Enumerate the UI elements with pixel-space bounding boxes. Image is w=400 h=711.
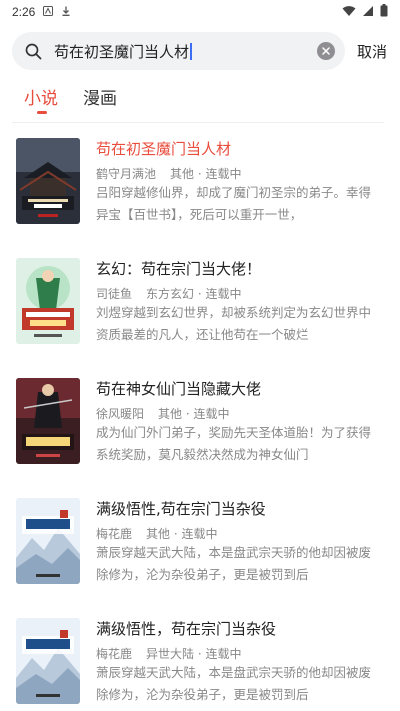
book-meta: 梅花鹿 其他 · 连载中 — [96, 525, 218, 542]
book-category: 异世大陆 — [146, 647, 195, 661]
category-tabs: 小说 漫画 — [24, 84, 117, 118]
book-category: 其他 — [146, 527, 171, 541]
book-status: 连载中 — [181, 527, 218, 541]
tab-novel-label: 小说 — [24, 89, 58, 109]
book-author: 徐风暖阳 — [96, 407, 145, 421]
meta-separator: · — [194, 647, 206, 661]
wifi-icon — [342, 5, 356, 20]
battery-icon — [380, 4, 388, 20]
notification-a-icon — [43, 5, 54, 19]
active-tab-indicator — [37, 111, 47, 114]
book-cover — [16, 378, 80, 464]
meta-separator: · — [182, 407, 194, 421]
cancel-button[interactable]: 取消 — [357, 41, 387, 62]
book-cover — [16, 618, 80, 704]
text-caret — [190, 42, 193, 60]
book-title: 苟在初圣魔门当人材 — [96, 140, 232, 158]
list-item[interactable]: 苟在神女仙门当隐藏大佬 徐风暖阳 其他 · 连载中 成为仙门外门弟子，奖励先天圣体… — [0, 364, 400, 484]
list-item[interactable]: 苟在初圣魔门当人材 鹤守月满池 其他 · 连载中 吕阳穿越修仙界，却成了魔门初圣宗… — [0, 124, 400, 244]
meta-separator: · — [194, 167, 206, 181]
search-icon — [24, 42, 42, 60]
tabs-divider — [12, 122, 384, 123]
search-input[interactable]: 苟在初圣魔门当人材 — [54, 41, 193, 62]
search-row: 苟在初圣魔门当人材 取消 — [12, 32, 392, 70]
close-icon — [322, 47, 330, 55]
book-category: 其他 — [170, 167, 195, 181]
tab-comic[interactable]: 漫画 — [83, 84, 117, 118]
book-author: 鹤守月满池 — [96, 167, 157, 181]
book-meta: 司徒鱼 东方玄幻 · 连载中 — [96, 285, 242, 302]
meta-separator: · — [194, 287, 206, 301]
book-author: 梅花鹿 — [96, 527, 133, 541]
book-description: 成为仙门外门弟子，奖励先天圣体道胎！为了获得系统奖励，莫凡毅然决然成为神女仙门 — [96, 425, 372, 462]
list-item[interactable]: 满级悟性,苟在宗门当杂役 梅花鹿 其他 · 连载中 萧辰穿越天武大陆，本是盘武宗天… — [0, 484, 400, 604]
book-meta: 徐风暖阳 其他 · 连载中 — [96, 405, 230, 422]
search-box[interactable]: 苟在初圣魔门当人材 — [12, 32, 345, 70]
book-description: 萧辰穿越天武大陆，本是盘武宗天骄的他却因被废除修为，沦为杂役弟子，更是被罚到后 — [96, 665, 372, 702]
book-author: 梅花鹿 — [96, 647, 133, 661]
book-status: 连载中 — [193, 407, 230, 421]
signal-icon — [362, 5, 374, 20]
book-category: 其他 — [158, 407, 183, 421]
clear-search-button[interactable] — [317, 42, 335, 60]
book-cover — [16, 498, 80, 584]
book-meta: 鹤守月满池 其他 · 连载中 — [96, 165, 242, 182]
book-category: 东方玄幻 — [146, 287, 195, 301]
book-status: 连载中 — [205, 287, 242, 301]
meta-separator: · — [170, 527, 182, 541]
book-author: 司徒鱼 — [96, 287, 133, 301]
book-title: 玄幻：苟在宗门当大佬！ — [96, 260, 262, 278]
list-item[interactable]: 玄幻：苟在宗门当大佬！ 司徒鱼 东方玄幻 · 连载中 刘煜穿越到玄幻世界，却被系统… — [0, 244, 400, 364]
status-bar: 2:26 — [0, 0, 400, 24]
book-title: 苟在神女仙门当隐藏大佬 — [96, 380, 262, 398]
book-cover — [16, 258, 80, 344]
book-title: 满级悟性，苟在宗门当杂役 — [96, 620, 277, 638]
book-description: 萧辰穿越天武大陆，本是盘武宗天骄的他却因被废除修为，沦为杂役弟子，更是被罚到后 — [96, 545, 372, 582]
book-status: 连载中 — [205, 167, 242, 181]
book-description: 刘煜穿越到玄幻世界，却被系统判定为玄幻世界中资质最差的凡人，还让他苟在一个破烂 — [96, 305, 372, 342]
book-description: 吕阳穿越修仙界，却成了魔门初圣宗的弟子。幸得异宝【百世书】，死后可以重开一世， — [96, 185, 372, 222]
book-cover — [16, 138, 80, 224]
tab-novel[interactable]: 小说 — [24, 84, 58, 118]
tab-comic-label: 漫画 — [83, 89, 117, 109]
search-query: 苟在初圣魔门当人材 — [54, 42, 190, 61]
book-meta: 梅花鹿 异世大陆 · 连载中 — [96, 645, 242, 662]
book-title: 满级悟性,苟在宗门当杂役 — [96, 500, 266, 518]
list-item[interactable]: 满级悟性，苟在宗门当杂役 梅花鹿 异世大陆 · 连载中 萧辰穿越天武大陆，本是盘武… — [0, 604, 400, 711]
book-status: 连载中 — [205, 647, 242, 661]
download-icon — [61, 5, 71, 19]
status-time: 2:26 — [12, 5, 36, 19]
